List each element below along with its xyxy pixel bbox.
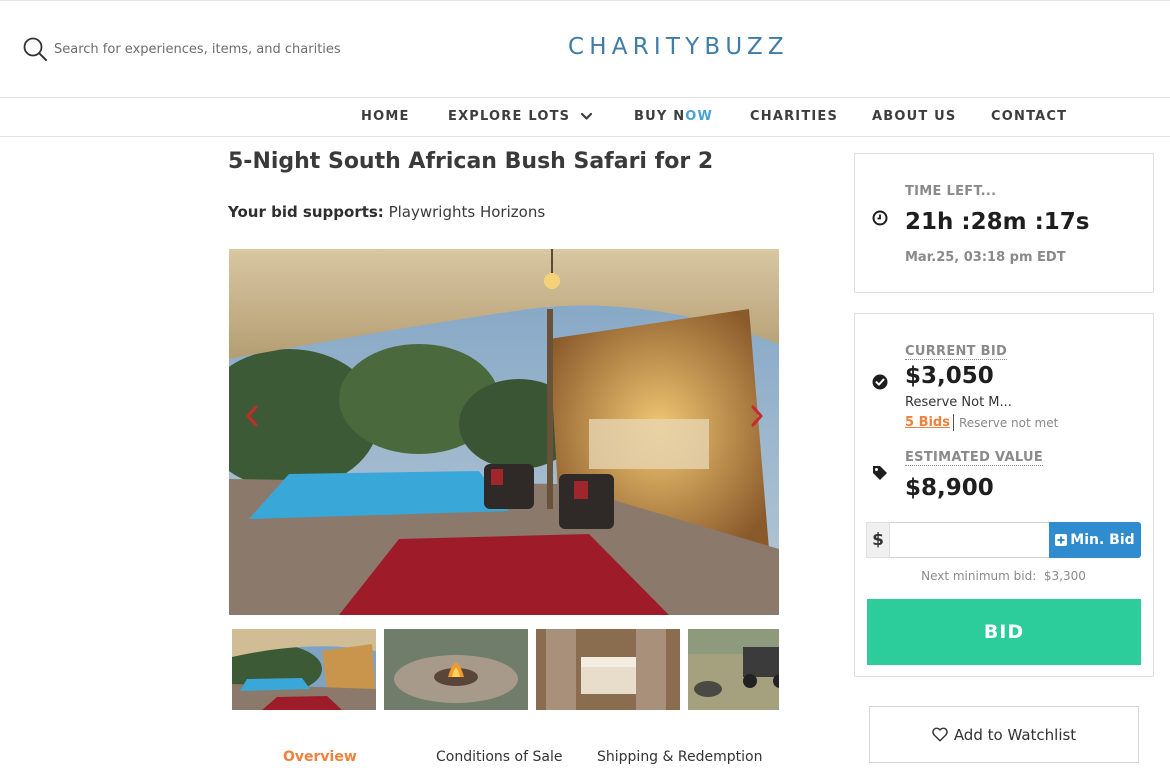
estimated-value-label[interactable]: ESTIMATED VALUE (905, 450, 1043, 466)
min-bid-label: Min. Bid (1070, 532, 1135, 548)
add-to-watchlist-button[interactable]: Add to Watchlist (869, 706, 1139, 763)
current-bid-value: $3,050 (905, 363, 994, 389)
bid-amount-input[interactable] (890, 522, 1050, 558)
reserve-status: Reserve not met (959, 416, 1059, 430)
min-bid-button[interactable]: Min. Bid (1049, 522, 1141, 558)
prev-arrow-icon[interactable] (245, 404, 259, 428)
lot-title: 5-Night South African Bush Safari for 2 (228, 149, 714, 174)
time-left-label: TIME LEFT... (905, 184, 997, 199)
tab-shipping-redemption[interactable]: Shipping & Redemption (597, 749, 762, 765)
chevron-down-icon[interactable] (580, 110, 593, 123)
thumbnail-strip (232, 629, 779, 710)
next-minimum-bid: Next minimum bid: $3,300 (866, 569, 1141, 583)
check-circle-icon (872, 374, 888, 390)
thumbnail-2[interactable] (384, 629, 528, 710)
safari-tent-image (229, 249, 779, 615)
supports-label: Your bid supports: (228, 203, 384, 221)
nav-buy-now-label-a: BUY N (634, 109, 686, 124)
estimated-value: $8,900 (905, 475, 994, 501)
reserve-short: Reserve Not M... (905, 395, 1012, 410)
charity-name[interactable]: Playwrights Horizons (389, 203, 546, 221)
next-arrow-icon[interactable] (750, 404, 764, 428)
watchlist-label: Add to Watchlist (953, 725, 1077, 744)
search-icon[interactable] (22, 36, 48, 62)
main-lot-image[interactable] (229, 249, 779, 615)
thumbnail-3[interactable] (536, 629, 680, 710)
divider (953, 414, 954, 431)
plus-square-icon (1055, 534, 1068, 546)
end-date: Mar.25, 03:18 pm EDT (905, 250, 1066, 265)
nav-contact[interactable]: CONTACT (991, 109, 1067, 124)
nav-home[interactable]: HOME (361, 109, 410, 124)
tag-icon (873, 466, 887, 480)
bid-count-link[interactable]: 5 Bids (905, 415, 950, 430)
bid-button[interactable]: BID (867, 599, 1141, 665)
nav-explore-lots[interactable]: EXPLORE LOTS (448, 109, 570, 124)
heart-outline-icon (932, 727, 948, 742)
nav-about-us[interactable]: ABOUT US (872, 109, 957, 124)
nav-buy-now[interactable]: BUY NOW (634, 109, 713, 124)
site-header: CHARITYBUZZ (0, 0, 1170, 98)
tab-overview[interactable]: Overview (283, 749, 357, 765)
tab-conditions-of-sale[interactable]: Conditions of Sale (436, 749, 562, 765)
thumbnail-1[interactable] (232, 629, 376, 710)
nav-buy-now-label-b: OW (685, 109, 714, 124)
countdown: 21h :28m :17s (905, 209, 1090, 235)
bid-supports: Your bid supports: Playwrights Horizons (228, 203, 545, 221)
clock-icon (872, 210, 888, 226)
thumbnail-4[interactable] (688, 629, 779, 710)
next-min-value: $3,300 (1043, 569, 1086, 583)
next-min-label: Next minimum bid: (921, 569, 1037, 583)
current-bid-label[interactable]: CURRENT BID (905, 344, 1008, 360)
nav-charities[interactable]: CHARITIES (750, 109, 838, 124)
search-input[interactable] (54, 37, 394, 61)
currency-symbol: $ (866, 522, 890, 558)
site-logo[interactable]: CHARITYBUZZ (568, 34, 789, 60)
